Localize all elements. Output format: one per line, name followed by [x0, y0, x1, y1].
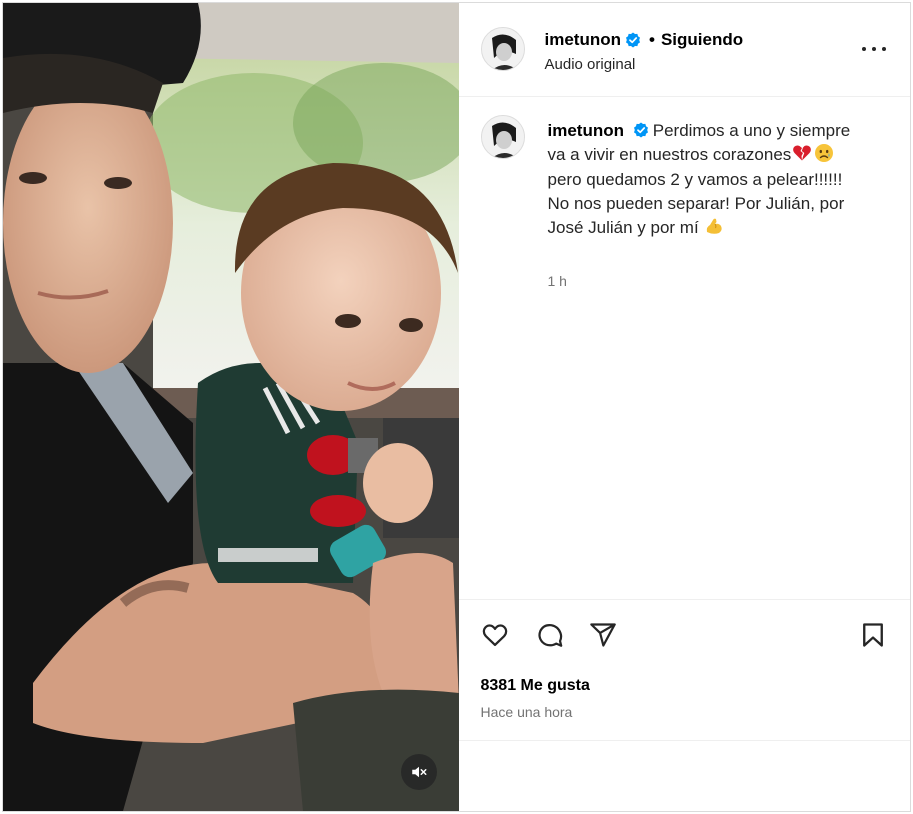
paper-plane-icon: [589, 623, 616, 647]
bookmark-icon: [862, 623, 883, 647]
more-options-icon[interactable]: [862, 39, 886, 59]
like-button[interactable]: [479, 619, 511, 651]
post-dialog: imetunon • Siguiendo Audio original imet…: [2, 2, 911, 812]
flexed-biceps-icon: [707, 218, 723, 234]
verified-badge-icon: [626, 32, 640, 48]
avatar-image: [481, 28, 524, 70]
save-button[interactable]: [857, 619, 889, 651]
heart-icon: [482, 624, 507, 647]
author-username[interactable]: imetunon: [545, 30, 622, 50]
video-frame: [3, 3, 459, 811]
separator-dot: •: [649, 30, 655, 49]
broken-heart-icon: [793, 145, 812, 161]
video-player[interactable]: [3, 3, 459, 811]
speaker-muted-icon: [412, 766, 427, 778]
post-caption: imetunon Perdimos a uno y siempre va a v…: [548, 119, 868, 240]
post-side-panel: imetunon • Siguiendo Audio original imet…: [458, 3, 911, 811]
action-bar: 8381 Me gusta Hace una hora: [458, 599, 910, 740]
comment-bubble-icon: [537, 623, 562, 647]
avatar-image: [481, 116, 524, 158]
mute-toggle-button[interactable]: [401, 754, 437, 790]
audio-link[interactable]: Audio original: [545, 56, 636, 73]
post-time[interactable]: Hace una hora: [481, 704, 573, 720]
add-comment-area[interactable]: [458, 740, 910, 811]
header-user-line: imetunon • Siguiendo: [545, 30, 744, 50]
verified-badge-icon: [633, 122, 648, 138]
sad-face-icon: [815, 144, 834, 163]
post-header: imetunon • Siguiendo Audio original: [458, 3, 910, 97]
share-button[interactable]: [587, 619, 619, 651]
comments-section: imetunon Perdimos a uno y siempre va a v…: [459, 97, 911, 599]
caption-text-part2: pero quedamos 2 y vamos a pelear!!!!!! N…: [547, 169, 845, 238]
following-button[interactable]: Siguiendo: [661, 30, 743, 50]
caption-username[interactable]: imetunon: [548, 121, 625, 140]
author-avatar[interactable]: [480, 27, 525, 71]
comment-button[interactable]: [534, 619, 566, 651]
caption-author-avatar[interactable]: [480, 115, 525, 159]
caption-timestamp[interactable]: 1 h: [548, 273, 567, 289]
likes-count[interactable]: 8381 Me gusta: [481, 677, 590, 695]
